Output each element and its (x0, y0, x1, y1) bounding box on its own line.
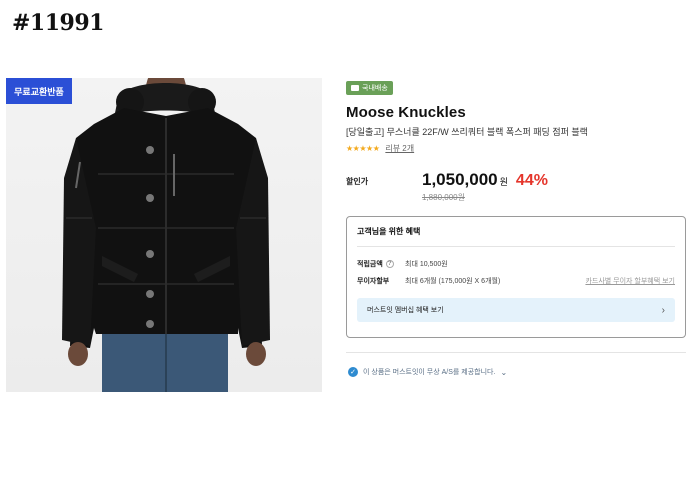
original-price: 1,880,000원 (422, 193, 465, 202)
installment-benefit-link[interactable]: 카드사별 무이자 할부혜택 보기 (585, 276, 675, 286)
installment-value: 최대 6개월 (175,000원 X 6개월) (405, 278, 501, 285)
free-exchange-badge: 무료교환반품 (6, 78, 72, 104)
membership-label: 머스트잇 멤버십 혜택 보기 (367, 307, 444, 314)
chevron-right-icon: › (661, 304, 665, 316)
product-title: [당일출고] 무스너클 22F/W 쓰리쿼터 블랙 폭스퍼 패딩 점퍼 블랙 (346, 127, 588, 137)
membership-benefit-button[interactable]: 머스트잇 멤버십 혜택 보기 › (357, 298, 675, 322)
star-rating-icon: ★★★★★ (346, 144, 380, 153)
domestic-shipping-badge: 국내배송 (346, 81, 393, 95)
truck-icon (351, 85, 359, 91)
review-count-link[interactable]: 리뷰 2개 (385, 143, 414, 154)
post-id: #11991 (12, 10, 104, 36)
points-value: 최대 10,500원 (405, 261, 448, 268)
as-notice-text: 이 상품은 머스트잇이 무상 A/S를 제공합니다. (363, 369, 496, 376)
check-badge-icon: ✓ (348, 367, 358, 377)
price-label: 할인가 (346, 177, 369, 186)
benefit-box: 고객님을 위한 혜택 적립금액 ? 최대 10,500원 무이자할부 최대 6개… (346, 216, 686, 338)
benefit-title: 고객님을 위한 혜택 (357, 217, 675, 247)
installment-row: 무이자할부 최대 6개월 (175,000원 X 6개월) 카드사별 무이자 할… (357, 276, 675, 286)
chevron-down-icon: ⌄ (500, 367, 508, 377)
price-row: 할인가 1,050,000 원 44% 1,880,000원 (346, 170, 686, 203)
discount-rate: 44% (515, 172, 548, 189)
sale-price: 1,050,000 (422, 170, 498, 189)
product-image[interactable] (6, 78, 322, 392)
price-unit: 원 (499, 177, 508, 187)
brand-name[interactable]: Moose Knuckles (346, 104, 686, 121)
shipping-badge-label: 국내배송 (362, 85, 388, 92)
jacket-illustration (62, 78, 270, 392)
points-label: 적립금액 (357, 261, 383, 268)
installment-label: 무이자할부 (357, 278, 390, 285)
as-notice-row[interactable]: ✓ 이 상품은 머스트잇이 무상 A/S를 제공합니다. ⌄ (348, 367, 507, 377)
price-block: 1,050,000 원 44% 1,880,000원 (422, 170, 548, 203)
rating-row: ★★★★★ 리뷰 2개 (346, 143, 686, 154)
product-info: 국내배송 Moose Knuckles [당일출고] 무스너클 22F/W 쓰리… (346, 78, 686, 203)
divider (346, 352, 686, 353)
question-icon[interactable]: ? (385, 260, 394, 268)
points-row: 적립금액 ? 최대 10,500원 (357, 259, 675, 269)
